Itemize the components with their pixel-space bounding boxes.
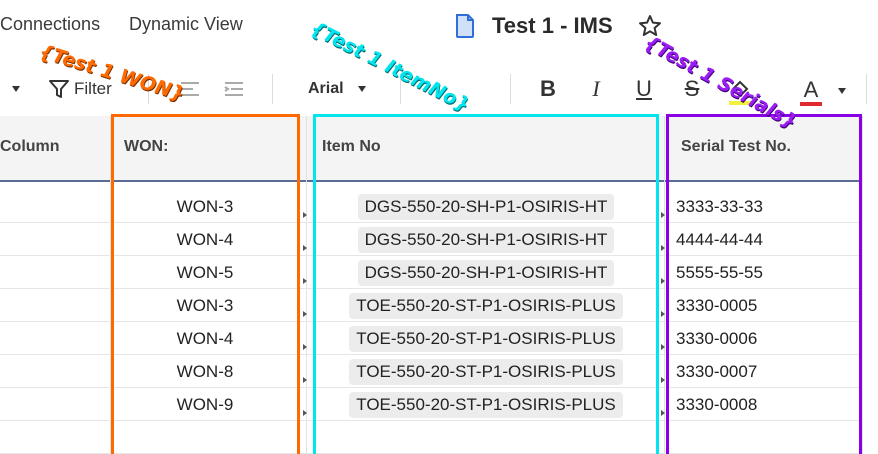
serial-cell[interactable]: 3330-0007 [676, 355, 856, 388]
indent-icon [224, 82, 243, 96]
serial-cell[interactable]: 3333-33-33 [676, 190, 856, 223]
row-indicator-icon [303, 377, 307, 383]
serial-cell[interactable]: 5555-55-55 [676, 256, 856, 289]
text-color-dropdown[interactable] [836, 86, 848, 96]
chevron-down-icon [357, 86, 366, 92]
underline-button[interactable]: U [632, 76, 656, 102]
won-cell[interactable]: WON-4 [112, 223, 298, 256]
sheet-grid: Column WON: Item No Serial Test No. WON-… [0, 116, 878, 454]
row-indicator-icon [661, 278, 665, 284]
document-title: Test 1 - IMS [492, 13, 613, 38]
item-no-cell[interactable]: DGS-550-20-SH-P1-OSIRIS-HT [316, 223, 656, 256]
item-no-chip: TOE-550-20-ST-P1-OSIRIS-PLUS [349, 292, 623, 319]
chevron-down-icon [12, 86, 20, 92]
font-name: Arial [308, 80, 344, 97]
serial-cell[interactable]: 4444-44-44 [676, 223, 856, 256]
item-no-chip: TOE-550-20-ST-P1-OSIRIS-PLUS [349, 358, 623, 385]
item-no-cell[interactable]: TOE-550-20-ST-P1-OSIRIS-PLUS [316, 355, 656, 388]
header-row: Column WON: Item No Serial Test No. [0, 116, 862, 182]
indent-button[interactable] [222, 78, 246, 100]
header-won[interactable]: WON: [124, 138, 168, 156]
row-indicator-icon [661, 245, 665, 251]
header-column[interactable]: Column [0, 138, 60, 156]
won-cell[interactable]: WON-4 [112, 322, 298, 355]
won-cell[interactable]: WON-5 [112, 256, 298, 289]
serial-cell[interactable]: 3330-0008 [676, 388, 856, 421]
table-row: WON-4 TOE-550-20-ST-P1-OSIRIS-PLUS 3330-00… [0, 322, 862, 355]
row-indicator-icon [303, 344, 307, 350]
table-row: WON-5 DGS-550-20-SH-P1-OSIRIS-HT 5555-55-5… [0, 256, 862, 289]
header-serial[interactable]: Serial Test No. [681, 138, 791, 156]
row-indicator-icon [303, 410, 307, 416]
toolbar-separator [510, 74, 511, 104]
empty-row[interactable] [0, 421, 862, 454]
item-no-cell[interactable]: TOE-550-20-ST-P1-OSIRIS-PLUS [316, 322, 656, 355]
row-indicator-icon [303, 278, 307, 284]
row-indicator-icon [661, 377, 665, 383]
item-no-chip: TOE-550-20-ST-P1-OSIRIS-PLUS [349, 325, 623, 352]
serial-cell[interactable]: 3330-0005 [676, 289, 856, 322]
won-cell[interactable]: WON-8 [112, 355, 298, 388]
row-indicator-icon [661, 311, 665, 317]
filter-icon [49, 80, 69, 98]
document-icon [456, 14, 474, 38]
table-row: WON-3 TOE-550-20-ST-P1-OSIRIS-PLUS 3330-00… [0, 289, 862, 322]
text-color-glyph: A [803, 77, 819, 102]
won-cell[interactable]: WON-3 [112, 190, 298, 223]
toolbar-separator [272, 74, 273, 104]
nav-dynamic-view[interactable]: Dynamic View [129, 14, 243, 35]
serial-cell[interactable]: 3330-0006 [676, 322, 856, 355]
italic-button[interactable]: I [584, 76, 608, 102]
row-indicator-icon [661, 212, 665, 218]
won-cell[interactable]: WON-9 [112, 388, 298, 421]
table-row: WON-4 DGS-550-20-SH-P1-OSIRIS-HT 4444-44-4… [0, 223, 862, 256]
top-bar: Connections Dynamic View Test 1 - IMS [0, 0, 878, 54]
toolbar-dropdown[interactable] [10, 84, 22, 94]
item-no-chip: DGS-550-20-SH-P1-OSIRIS-HT [357, 226, 615, 253]
table-row: WON-9 TOE-550-20-ST-P1-OSIRIS-PLUS 3330-00… [0, 388, 862, 421]
bold-button[interactable]: B [536, 76, 560, 102]
item-no-chip: DGS-550-20-SH-P1-OSIRIS-HT [357, 193, 615, 220]
row-indicator-icon [661, 344, 665, 350]
column-divider [862, 116, 863, 454]
table-row: WON-3 DGS-550-20-SH-P1-OSIRIS-HT 3333-33-3… [0, 190, 862, 223]
row-indicator-icon [303, 311, 307, 317]
row-indicator-icon [661, 410, 665, 416]
table-row: WON-8 TOE-550-20-ST-P1-OSIRIS-PLUS 3330-00… [0, 355, 862, 388]
won-cell[interactable]: WON-3 [112, 289, 298, 322]
text-color-swatch [800, 102, 822, 106]
item-no-cell[interactable]: TOE-550-20-ST-P1-OSIRIS-PLUS [316, 388, 656, 421]
chevron-down-icon [838, 88, 846, 94]
nav-connections[interactable]: Connections [0, 14, 100, 35]
item-no-cell[interactable]: DGS-550-20-SH-P1-OSIRIS-HT [316, 256, 656, 289]
header-item-no[interactable]: Item No [322, 138, 381, 156]
row-indicator-icon [303, 212, 307, 218]
item-no-chip: TOE-550-20-ST-P1-OSIRIS-PLUS [349, 391, 623, 418]
item-no-chip: DGS-550-20-SH-P1-OSIRIS-HT [357, 259, 615, 286]
text-color-button[interactable]: A [798, 76, 824, 108]
toolbar-separator [866, 74, 867, 104]
item-no-cell[interactable]: DGS-550-20-SH-P1-OSIRIS-HT [316, 190, 656, 223]
item-no-cell[interactable]: TOE-550-20-ST-P1-OSIRIS-PLUS [316, 289, 656, 322]
font-select[interactable]: Arial [308, 78, 366, 100]
row-indicator-icon [303, 245, 307, 251]
